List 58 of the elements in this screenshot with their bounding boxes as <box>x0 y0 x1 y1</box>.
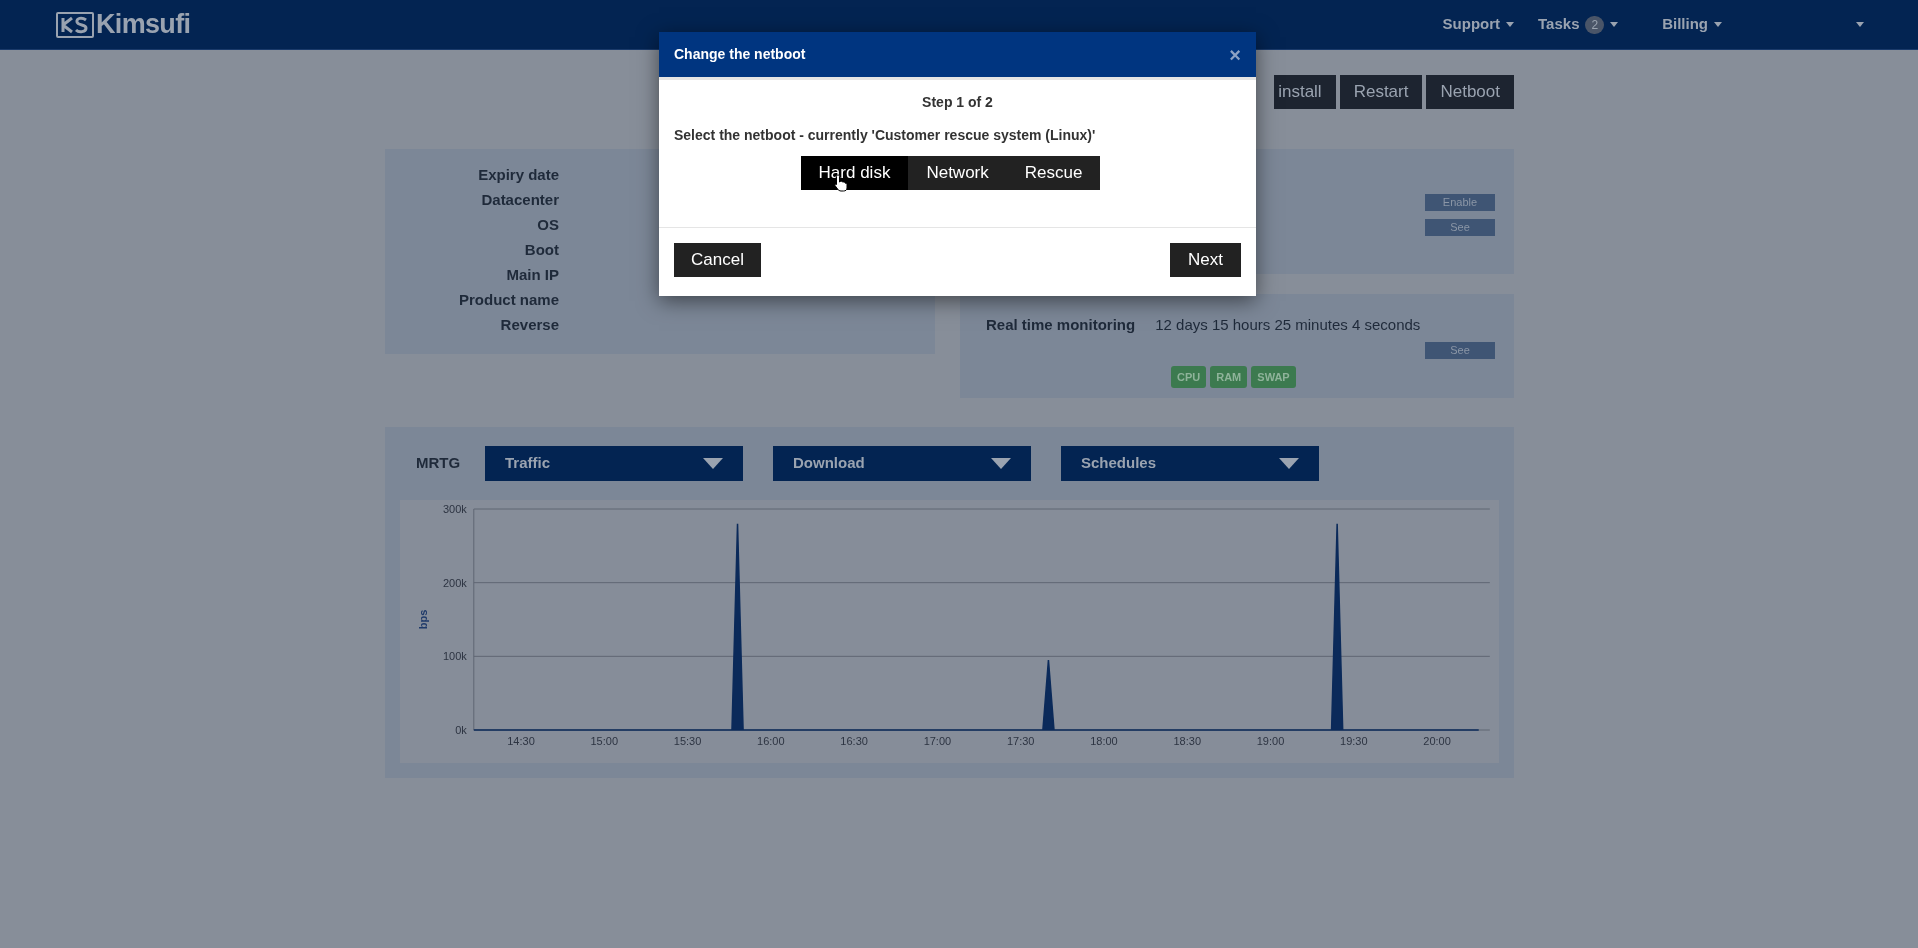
step-indicator: Step 1 of 2 <box>922 94 993 110</box>
caret-icon <box>1506 22 1515 27</box>
uptime-value: 12 days 15 hours 25 minutes 4 seconds <box>1155 315 1421 335</box>
field-label: Expiry date <box>477 165 559 185</box>
next-button[interactable]: Next <box>1170 243 1241 277</box>
dialog-title: Change the netboot <box>674 45 806 64</box>
nav-menu-link[interactable]: Billing <box>1662 13 1722 36</box>
field-label: Product name <box>457 290 559 310</box>
x-tick-label: 15:00 <box>590 735 619 747</box>
x-tick-label: 20:00 <box>1423 735 1451 747</box>
caret-icon <box>1714 22 1722 27</box>
netboot-option-tab[interactable]: Rescue <box>1006 156 1101 190</box>
action-button[interactable]: install <box>1274 75 1336 109</box>
close-button[interactable]: × <box>1229 44 1241 65</box>
cancel-button[interactable]: Cancel <box>674 243 761 277</box>
prompt-text: Select the netboot - currently 'Customer rescue system (Linux)' <box>674 127 1096 143</box>
netboot-option-tab[interactable]: Hard disk <box>800 156 909 190</box>
dropdown-caret-icon <box>991 458 1011 469</box>
y-axis-title: bps <box>417 609 429 630</box>
x-tick-label: 19:30 <box>1340 735 1368 747</box>
mrtg-label: MRTG <box>415 453 462 474</box>
monitoring-label: Real time monitoring <box>986 315 1136 335</box>
action-button[interactable]: Restart <box>1339 75 1423 109</box>
x-tick-label: 14:30 <box>507 735 535 747</box>
y-tick-label: 0k <box>455 724 467 736</box>
x-tick-label: 19:00 <box>1256 735 1285 747</box>
field-label: OS <box>536 215 559 235</box>
field-label: Boot <box>523 240 559 260</box>
y-tick-label: 300k <box>442 503 467 515</box>
metric-tag: CPU <box>1171 365 1207 388</box>
y-tick-label: 200k <box>442 576 467 589</box>
x-tick-label: 17:00 <box>923 735 952 747</box>
netboot-option-tab[interactable]: Network <box>908 156 1007 190</box>
field-label: Main IP <box>505 265 559 285</box>
nav-menu-link[interactable]: Tasks 2 <box>1538 13 1619 36</box>
x-tick-label: 16:00 <box>757 735 785 747</box>
metric-tag: RAM <box>1210 365 1248 388</box>
x-tick-label: 16:30 <box>840 735 868 747</box>
count-badge: 2 <box>1585 15 1605 34</box>
metric-tag: SWAP <box>1251 365 1296 388</box>
x-tick-label: 15:30 <box>673 735 702 747</box>
logo-text: Kimsufi <box>96 8 191 42</box>
dropdown-caret-icon <box>1279 458 1299 469</box>
caret-icon <box>1610 22 1619 27</box>
dropdown-caret-icon <box>703 458 723 469</box>
action-button[interactable]: Netboot <box>1426 75 1514 109</box>
x-tick-label: 18:30 <box>1173 735 1201 747</box>
nav-menu-link[interactable]: Support <box>1442 13 1515 36</box>
dropdown-caret-icon[interactable] <box>1856 22 1864 27</box>
logo-mark-icon <box>56 11 94 38</box>
field-label: Reverse <box>499 315 559 335</box>
graph-dropdown[interactable]: Schedules <box>1061 446 1319 481</box>
x-tick-label: 17:30 <box>1006 735 1035 747</box>
x-tick-label: 18:00 <box>1090 735 1118 747</box>
graph-dropdown[interactable]: Traffic <box>485 446 743 481</box>
field-label: Datacenter <box>480 190 559 210</box>
graph-dropdown[interactable]: Download <box>773 446 1031 481</box>
y-tick-label: 100k <box>442 650 467 663</box>
